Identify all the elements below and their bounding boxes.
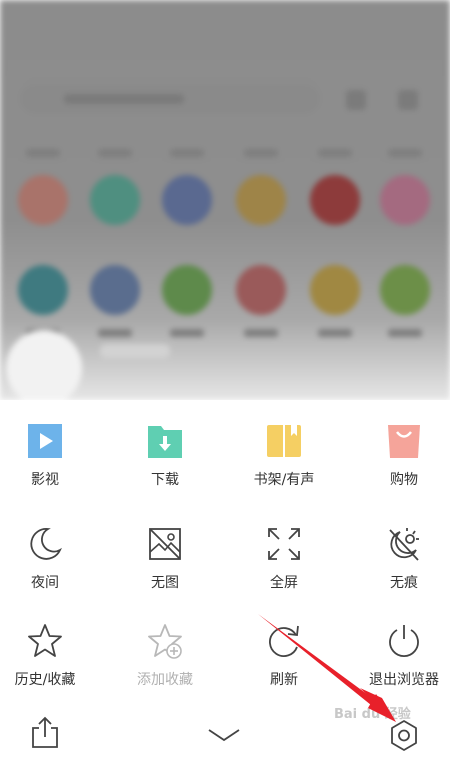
menu-item-label: 无痕 [390, 575, 418, 591]
share-icon[interactable] [25, 714, 65, 754]
menu-item-download[interactable]: 下载 [109, 423, 221, 503]
background-app-icon [380, 149, 430, 225]
background-app-icon [162, 149, 212, 225]
fullscreen-icon [268, 528, 300, 560]
download-folder-icon [148, 426, 182, 458]
incognito-icon [389, 528, 419, 561]
menu-item-label: 影视 [31, 472, 59, 488]
menu-item-no-image[interactable]: 无图 [109, 526, 221, 606]
menu-item-night-mode[interactable]: 夜间 [0, 526, 101, 606]
menu-item-shopping[interactable]: 购物 [348, 423, 450, 503]
background-app-icon [90, 149, 140, 225]
background-avatar [6, 330, 82, 400]
power-icon [389, 625, 419, 658]
menu-item-label: 购物 [390, 472, 418, 488]
star-icon [28, 624, 62, 657]
moon-icon [30, 528, 62, 560]
background-app-icon [310, 265, 360, 337]
refresh-icon [269, 625, 299, 657]
background-scan-icon [346, 90, 366, 110]
background-app-icon [236, 265, 286, 337]
menu-item-label: 夜间 [31, 575, 59, 591]
shopping-bag-icon [388, 425, 420, 458]
video-play-icon [28, 424, 62, 458]
bookshelf-icon [267, 425, 301, 457]
background-menu-icon [398, 90, 418, 110]
menu-item-bookshelf[interactable]: 书架/有声 [228, 423, 340, 503]
background-app-icon [380, 265, 430, 337]
settings-gear-icon[interactable] [384, 716, 424, 756]
star-add-icon [148, 624, 182, 659]
background-app-icon [18, 265, 68, 337]
background-app-icon [90, 265, 140, 337]
menu-item-add-favorite[interactable]: 添加收藏 [109, 623, 221, 703]
background-app-icon [236, 149, 286, 225]
menu-item-label: 刷新 [270, 672, 298, 688]
no-image-icon [149, 528, 181, 560]
menu-item-label: 无图 [151, 575, 179, 591]
watermark: Bai du 经验 [334, 707, 411, 722]
chevron-down-icon[interactable] [204, 716, 244, 756]
menu-item-label: 下载 [151, 472, 179, 488]
menu-item-incognito[interactable]: 无痕 [348, 526, 450, 606]
menu-item-label: 历史/收藏 [14, 672, 76, 688]
background-homepage [0, 0, 450, 400]
menu-item-history-favorites[interactable]: 历史/收藏 [0, 623, 101, 703]
menu-item-label: 退出浏览器 [369, 672, 439, 688]
menu-item-refresh[interactable]: 刷新 [228, 623, 340, 703]
menu-item-fullscreen[interactable]: 全屏 [228, 526, 340, 606]
menu-item-label: 书架/有声 [253, 472, 315, 488]
background-username-bar [100, 344, 170, 358]
menu-item-label: 添加收藏 [137, 672, 193, 688]
menu-item-label: 全屏 [270, 575, 298, 591]
menu-item-exit-browser[interactable]: 退出浏览器 [348, 623, 450, 703]
background-app-icon [162, 265, 212, 337]
background-search-bar [20, 84, 320, 114]
background-app-icon [18, 149, 68, 225]
background-app-icon [310, 149, 360, 225]
menu-item-video[interactable]: 影视 [0, 423, 101, 503]
